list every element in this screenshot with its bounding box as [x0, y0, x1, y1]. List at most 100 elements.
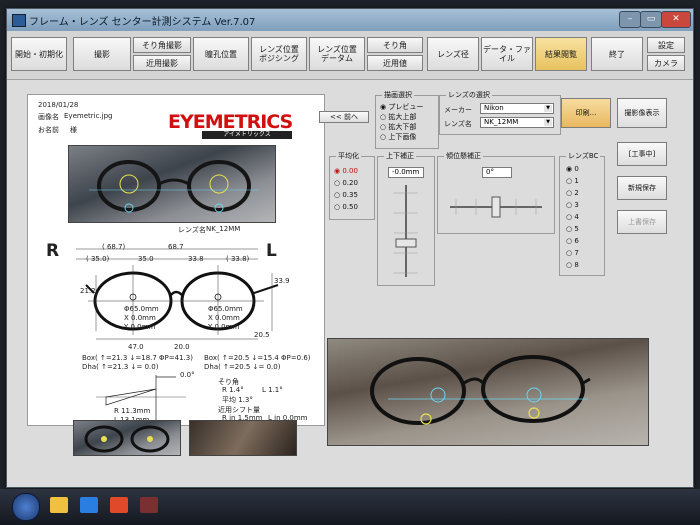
updown-slider-thumb[interactable]: [395, 238, 417, 248]
bc-option-0[interactable]: ◉ 0: [566, 165, 579, 173]
draw-option-both-label: 上下画像: [388, 133, 417, 141]
lens-position-datum-button[interactable]: レンズ位置 データム: [309, 37, 365, 71]
settings-button[interactable]: 設定: [647, 37, 685, 53]
tilt-title: 傾位懸補正: [444, 151, 483, 161]
updown-slider[interactable]: [386, 183, 426, 279]
bc-option-6[interactable]: ○ 6: [566, 237, 579, 245]
warp-left: L 1.1°: [262, 386, 283, 394]
app-icon: [12, 14, 26, 27]
glasses-overlay: [89, 160, 259, 213]
lens-select[interactable]: NK_12MM ▼: [480, 117, 554, 128]
lens-select-title: レンズの選択: [446, 90, 492, 100]
warp-angle-button[interactable]: そり角: [367, 37, 423, 53]
under-construction-button[interactable]: [工事中]: [617, 142, 667, 166]
left-x: X 0.0mm: [208, 314, 240, 322]
lens-name-value: NK_12MM: [206, 225, 241, 233]
bc-option-4[interactable]: ○ 4: [566, 213, 579, 221]
draw-option-upper-label: 拡大上部: [388, 113, 417, 121]
results-view-button[interactable]: 結果閲覧: [535, 37, 587, 71]
avg-option-3[interactable]: ○ 0.50: [334, 203, 358, 211]
avg-option-1[interactable]: ○ 0.20: [334, 179, 358, 187]
exit-button[interactable]: 終了: [591, 37, 643, 71]
avg-option-0[interactable]: ◉ 0.00: [334, 167, 358, 175]
right-y: Y 0.0mm: [124, 323, 156, 331]
dim-total-bracket: ( 68.7): [102, 243, 126, 251]
bottom-mid-dim: 20.0: [174, 343, 190, 351]
warp-angle-capture-button[interactable]: そり角撮影: [133, 37, 191, 53]
data-file-button[interactable]: データ・ファイル: [481, 37, 533, 71]
bc-option-3-label: 3: [574, 201, 579, 209]
bc-option-1[interactable]: ○ 1: [566, 177, 579, 185]
toolbar: 開始・初期化 撮影 そり角撮影 近用撮影 瞳孔位置 レンズ位置 ポジシング レン…: [7, 31, 693, 80]
lens-bc-title: レンズBC: [566, 151, 601, 161]
overwrite-save-button[interactable]: 上書保存: [617, 210, 667, 234]
avg-option-2[interactable]: ○ 0.35: [334, 191, 358, 199]
start-init-button[interactable]: 開始・初期化: [11, 37, 67, 71]
print-button[interactable]: 印刷...: [561, 98, 611, 128]
start-button[interactable]: [12, 493, 40, 521]
filename-value: Eyemetric.jpg: [64, 112, 113, 120]
bc-option-3[interactable]: ○ 3: [566, 201, 579, 209]
lens-bc-group: レンズBC ◉ 0 ○ 1 ○ 2 ○ 3 ○ 4 ○ 5 ○ 6 ○ 7 ○ …: [559, 151, 605, 276]
bc-option-8[interactable]: ○ 8: [566, 261, 579, 269]
name-suffix: 様: [70, 126, 77, 134]
show-photo-button[interactable]: 撮影像表示: [617, 98, 667, 128]
eyemetrics-logo: EYEMETRICS アイメトリックス: [168, 111, 293, 139]
draw-select-title: 描画選択: [382, 90, 414, 100]
app-window: フレーム・レンズ センター計測システム Ver.7.07 – ▭ ✕ 開始・初期…: [6, 8, 694, 488]
bc-option-7[interactable]: ○ 7: [566, 249, 579, 257]
updown-correction-group: 上下補正 -0.0mm: [377, 151, 435, 286]
side-photo-small: [189, 420, 297, 456]
bottom-left-dim: 47.0: [128, 343, 144, 351]
lens-name-label: レンズ名: [178, 226, 206, 234]
updown-title: 上下補正: [384, 151, 416, 161]
pupil-position-button[interactable]: 瞳孔位置: [193, 37, 249, 71]
dim-right: 35.0: [138, 255, 154, 263]
minimize-button[interactable]: –: [619, 11, 641, 28]
box-right: Box( ↑=21.3 ↓=18.7 ΦP=41.3): [82, 354, 193, 362]
bc-option-2[interactable]: ○ 2: [566, 189, 579, 197]
bc-option-7-label: 7: [574, 249, 579, 257]
maker-value: Nikon: [484, 104, 504, 112]
draw-option-upper[interactable]: ○ 拡大上部: [380, 112, 416, 122]
left-diameter: Φ65.0mm: [208, 305, 243, 313]
draw-option-preview[interactable]: ◉ プレビュー: [380, 102, 423, 112]
close-button[interactable]: ✕: [661, 11, 691, 28]
maker-dropdown-icon: ▼: [544, 105, 552, 112]
draw-option-both[interactable]: ○ 上下画像: [380, 132, 416, 142]
camera-button[interactable]: カメラ: [647, 55, 685, 71]
tilt-slider-thumb[interactable]: [491, 196, 501, 218]
browser-icon[interactable]: [80, 497, 98, 513]
tilt-correction-group: 傾位懸補正 0°: [437, 151, 555, 234]
window-title: フレーム・レンズ センター計測システム Ver.7.07: [29, 17, 256, 28]
lens-position-positioning-button[interactable]: レンズ位置 ポジシング: [251, 37, 307, 71]
near-value-button[interactable]: 近用値: [367, 55, 423, 71]
warp-right: R 1.4°: [222, 386, 244, 394]
new-save-button[interactable]: 新規保存: [617, 176, 667, 200]
filename-label: 画像名: [38, 113, 59, 121]
capture-button[interactable]: 撮影: [73, 37, 131, 71]
lens-diameter-button[interactable]: レンズ径: [427, 37, 479, 71]
warp-average: 平均 1.3°: [222, 396, 253, 404]
dha-left: Dha( ↑=20.5 ↓= 0.0): [204, 363, 281, 371]
media-player-icon[interactable]: [110, 497, 128, 513]
app-taskbar-icon[interactable]: [140, 497, 158, 513]
right-height: 21.2: [80, 287, 96, 295]
lens-dropdown-icon: ▼: [544, 119, 552, 126]
lens-select-group: レンズの選択 メーカー Nikon ▼ レンズ名 NK_12MM ▼: [439, 90, 561, 135]
folder-icon[interactable]: [50, 497, 68, 513]
left-height: 33.9: [274, 277, 290, 285]
draw-option-preview-label: プレビュー: [388, 103, 424, 111]
bc-option-1-label: 1: [574, 177, 579, 185]
dim-right-bracket: ( 35.0): [86, 255, 110, 263]
maker-select[interactable]: Nikon ▼: [480, 103, 554, 114]
large-glasses-overlay: [370, 355, 591, 425]
near-capture-button[interactable]: 近用撮影: [133, 55, 191, 71]
bc-option-5[interactable]: ○ 5: [566, 225, 579, 233]
prev-button[interactable]: << 前へ: [319, 111, 369, 123]
draw-option-lower[interactable]: ○ 拡大下部: [380, 122, 416, 132]
taskbar: [0, 489, 700, 525]
right-diameter: Φ65.0mm: [124, 305, 159, 313]
tilt-slider[interactable]: [446, 185, 546, 225]
maximize-button[interactable]: ▭: [640, 11, 662, 28]
